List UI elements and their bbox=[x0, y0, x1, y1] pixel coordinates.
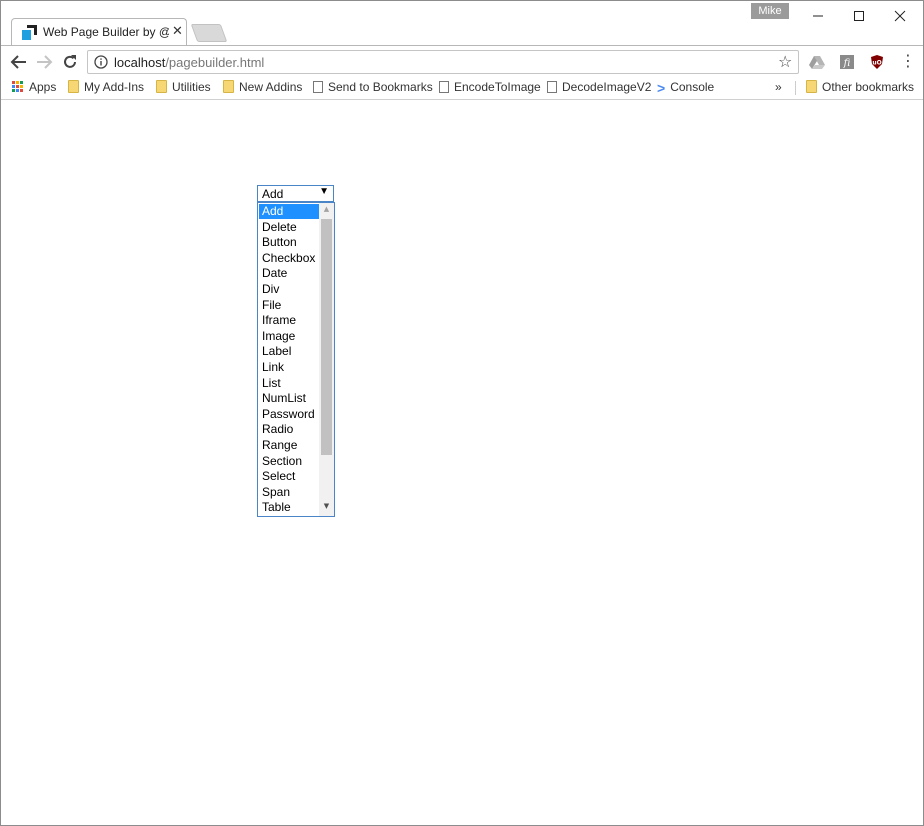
google-drive-icon[interactable] bbox=[809, 54, 825, 70]
bookmark-label: DecodeImageV2 bbox=[562, 80, 652, 94]
option-item[interactable]: File bbox=[259, 298, 321, 313]
folder-icon bbox=[806, 80, 817, 93]
url-path: /pagebuilder.html bbox=[165, 55, 265, 70]
apps-grid-icon bbox=[12, 81, 24, 93]
option-item[interactable]: Label bbox=[259, 344, 321, 359]
bookmark-encode-to-image[interactable]: EncodeToImage bbox=[439, 80, 541, 96]
reload-icon[interactable] bbox=[60, 52, 80, 72]
page-content: Add ▼ Add Delete Button Checkbox Date Di… bbox=[1, 100, 923, 825]
bookmark-label: Apps bbox=[29, 80, 57, 94]
page-icon bbox=[439, 81, 449, 93]
dropdown-arrow-icon: ▼ bbox=[319, 186, 329, 197]
bookmark-label: Console bbox=[670, 80, 715, 94]
bookmark-send-to-bookmarks[interactable]: Send to Bookmarks bbox=[313, 80, 433, 96]
bookmark-my-add-ins[interactable]: My Add-Ins bbox=[68, 80, 144, 96]
option-item[interactable]: Link bbox=[259, 360, 321, 375]
close-window-icon[interactable] bbox=[878, 1, 922, 29]
option-item[interactable]: Span bbox=[259, 485, 321, 500]
bookmark-decode-image-v2[interactable]: DecodeImageV2 bbox=[547, 80, 651, 96]
scroll-down-arrow-icon[interactable]: ▼ bbox=[319, 502, 334, 514]
tab-title: Web Page Builder by @m bbox=[43, 25, 169, 39]
option-item[interactable]: Checkbox bbox=[259, 251, 321, 266]
folder-icon bbox=[68, 80, 79, 93]
page-builder-favicon-icon bbox=[22, 25, 37, 40]
bookmark-other-bookmarks[interactable]: Other bookmarks bbox=[806, 80, 914, 96]
title-bar: Web Page Builder by @m ✕ Mike bbox=[1, 1, 923, 45]
folder-icon bbox=[156, 80, 167, 93]
svg-text:uO: uO bbox=[872, 60, 881, 67]
chevron-right-icon: > bbox=[657, 80, 666, 96]
maximize-icon[interactable] bbox=[837, 1, 881, 29]
dropdown-scrollbar[interactable]: ▲ ▼ bbox=[319, 203, 334, 516]
option-item[interactable]: Section bbox=[259, 454, 321, 469]
option-item[interactable]: Image bbox=[259, 329, 321, 344]
element-type-select[interactable]: Add ▼ bbox=[257, 185, 334, 202]
option-item[interactable]: Delete bbox=[259, 220, 321, 235]
url-text: localhost/pagebuilder.html bbox=[114, 55, 264, 70]
bookmark-label: Utilities bbox=[172, 80, 211, 94]
option-item[interactable]: Add bbox=[259, 204, 321, 219]
bookmarks-divider bbox=[795, 81, 796, 95]
more-bookmarks-icon[interactable]: » bbox=[775, 80, 782, 94]
select-value: Add bbox=[262, 187, 284, 201]
option-item[interactable]: Radio bbox=[259, 422, 321, 437]
option-item[interactable]: Button bbox=[259, 235, 321, 250]
bookmark-label: Other bookmarks bbox=[822, 80, 915, 94]
bookmark-label: New Addins bbox=[239, 80, 303, 94]
folder-icon bbox=[223, 80, 234, 93]
profile-badge[interactable]: Mike bbox=[751, 3, 789, 19]
ublock-shield-icon[interactable]: uO bbox=[869, 54, 885, 70]
bookmark-utilities[interactable]: Utilities bbox=[156, 80, 211, 96]
bookmark-label: EncodeToImage bbox=[454, 80, 541, 94]
option-item[interactable]: Select bbox=[259, 469, 321, 484]
option-item[interactable]: Range bbox=[259, 438, 321, 453]
address-bar[interactable]: localhost/pagebuilder.html ☆ bbox=[87, 50, 799, 74]
bookmark-label: Send to Bookmarks bbox=[328, 80, 433, 94]
select-options-list[interactable]: Add Delete Button Checkbox Date Div File… bbox=[257, 202, 335, 517]
option-item[interactable]: Div bbox=[259, 282, 321, 297]
script-extension-icon[interactable]: fi bbox=[839, 54, 855, 70]
option-item[interactable]: List bbox=[259, 376, 321, 391]
bookmark-label: My Add-Ins bbox=[84, 80, 145, 94]
back-arrow-icon[interactable] bbox=[9, 52, 29, 72]
scroll-thumb[interactable] bbox=[321, 219, 332, 455]
navigation-toolbar: localhost/pagebuilder.html ☆ fi uO ⋮ bbox=[1, 45, 923, 78]
info-icon[interactable] bbox=[94, 55, 108, 69]
bookmarks-bar: Apps My Add-Ins Utilities New Addins Sen… bbox=[1, 77, 923, 100]
option-item[interactable]: NumList bbox=[259, 391, 321, 406]
new-tab-button[interactable] bbox=[190, 24, 228, 42]
url-host: localhost bbox=[114, 55, 166, 70]
option-item[interactable]: Iframe bbox=[259, 313, 321, 328]
option-item[interactable]: Password bbox=[259, 407, 321, 422]
tab-close-icon[interactable]: ✕ bbox=[172, 24, 183, 40]
browser-menu-icon[interactable]: ⋮ bbox=[900, 51, 916, 71]
bookmark-apps[interactable]: Apps bbox=[12, 80, 56, 96]
forward-arrow-icon[interactable] bbox=[34, 52, 54, 72]
bookmark-console[interactable]: > Console bbox=[657, 80, 714, 96]
minimize-icon[interactable] bbox=[796, 1, 840, 29]
option-item[interactable]: Date bbox=[259, 266, 321, 281]
page-icon bbox=[547, 81, 557, 93]
bookmark-new-addins[interactable]: New Addins bbox=[223, 80, 302, 96]
svg-text:fi: fi bbox=[843, 58, 851, 69]
page-icon bbox=[313, 81, 323, 93]
scroll-up-arrow-icon[interactable]: ▲ bbox=[319, 205, 334, 217]
browser-window: Web Page Builder by @m ✕ Mike localhost/… bbox=[0, 0, 924, 826]
option-item[interactable]: Table bbox=[259, 500, 321, 515]
tab-web-page-builder[interactable]: Web Page Builder by @m ✕ bbox=[11, 18, 187, 45]
bookmark-star-icon[interactable]: ☆ bbox=[778, 52, 792, 71]
